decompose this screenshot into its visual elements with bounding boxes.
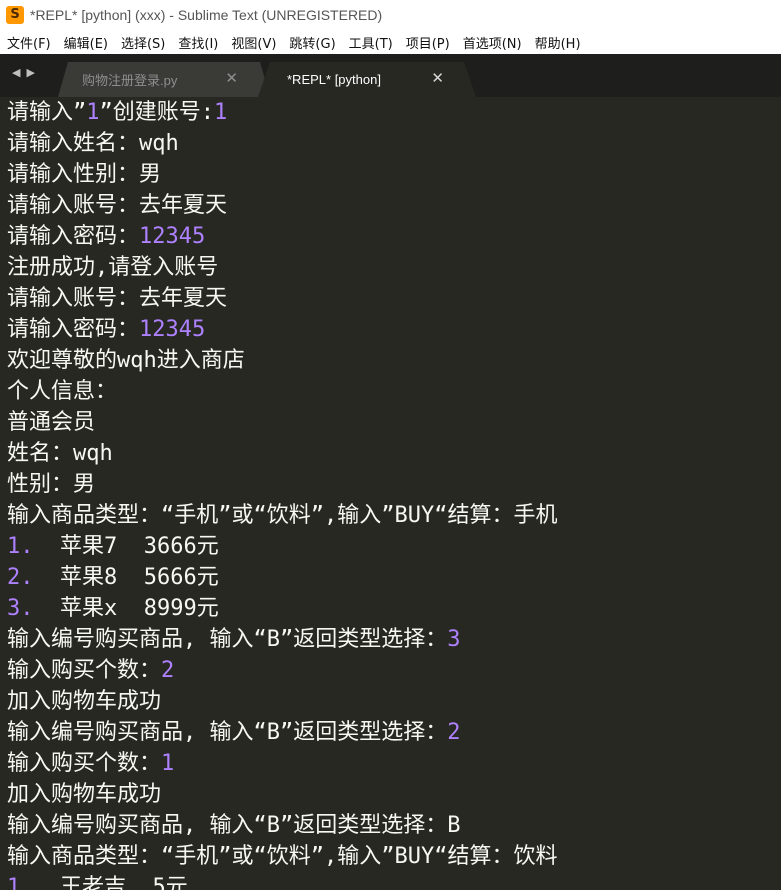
console-text: 输入编号购买商品, 输入“B”返回类型选择：B	[7, 813, 461, 838]
console-line: 请输入”1”创建账号:1	[7, 97, 781, 128]
repl-console[interactable]: 请输入”1”创建账号:1 请输入姓名：wqh 请输入性别：男 请输入账号：去年夏天 请输…	[0, 97, 781, 890]
console-line: 个人信息：	[7, 376, 781, 407]
console-text: 请输入账号：去年夏天	[7, 193, 228, 218]
console-number: 2	[447, 720, 461, 745]
console-text: 加入购物车成功	[7, 782, 162, 807]
console-number: 1.	[7, 534, 34, 559]
console-line: 普通会员	[7, 407, 781, 438]
console-number: 12345	[139, 224, 206, 249]
tab-prev-icon[interactable]: ◀	[12, 66, 20, 79]
console-line: 请输入性别：男	[7, 159, 781, 190]
close-icon[interactable]: ✕	[431, 71, 444, 86]
console-line: 输入编号购买商品, 输入“B”返回类型选择：B	[7, 810, 781, 841]
console-number: 1	[86, 100, 100, 125]
console-line: 3. 苹果x 8999元	[7, 593, 781, 624]
console-number: 1	[161, 751, 175, 776]
menu-preferences[interactable]: 首选项(N)	[456, 33, 528, 52]
console-text: 输入编号购买商品, 输入“B”返回类型选择：	[7, 720, 448, 745]
menu-find[interactable]: 查找(I)	[171, 33, 224, 52]
tab-label: *REPL* [python]	[287, 72, 381, 87]
console-line: 1. 王老吉 5元	[7, 872, 781, 890]
window-title: *REPL* [python] (xxx) - Sublime Text (UN…	[30, 7, 383, 23]
console-number: 2	[161, 658, 175, 683]
console-text: 输入商品类型：“手机”或“饮料”,输入”BUY“结算：饮料	[7, 844, 558, 869]
console-number: 1	[214, 100, 228, 125]
tab-shopping-py[interactable]: 购物注册登录.py ✕	[58, 62, 270, 97]
console-line: 请输入账号：去年夏天	[7, 190, 781, 221]
menu-help[interactable]: 帮助(H)	[528, 33, 587, 52]
console-line: 请输入账号：去年夏天	[7, 283, 781, 314]
console-line: 1. 苹果7 3666元	[7, 531, 781, 562]
console-text: 请输入密码：	[7, 224, 140, 249]
console-line: 性别：男	[7, 469, 781, 500]
tab-label: 购物注册登录.py	[82, 73, 178, 88]
console-text: 请输入”	[7, 100, 87, 125]
console-number: 3	[447, 627, 461, 652]
console-line: 2. 苹果8 5666元	[7, 562, 781, 593]
console-text: 欢迎尊敬的wqh进入商店	[7, 348, 245, 373]
console-text: 注册成功,请登入账号	[7, 255, 219, 280]
console-text: 输入编号购买商品, 输入“B”返回类型选择：	[7, 627, 448, 652]
console-line: 加入购物车成功	[7, 686, 781, 717]
sublime-text-icon: S	[6, 6, 24, 24]
console-text: 性别：男	[7, 472, 96, 497]
tab-repl-python[interactable]: *REPL* [python] ✕	[258, 62, 476, 97]
console-line: 请输入密码：12345	[7, 314, 781, 345]
tab-bar: ◀ ▶ 购物注册登录.py ✕ *REPL* [python] ✕	[0, 54, 781, 97]
console-line: 输入编号购买商品, 输入“B”返回类型选择：3	[7, 624, 781, 655]
console-text: 输入购买个数：	[7, 751, 162, 776]
console-line: 输入商品类型：“手机”或“饮料”,输入”BUY“结算：饮料	[7, 841, 781, 872]
console-line: 姓名：wqh	[7, 438, 781, 469]
console-line: 请输入姓名：wqh	[7, 128, 781, 159]
menu-goto[interactable]: 跳转(G)	[282, 33, 341, 52]
console-text: 输入商品类型：“手机”或“饮料”,输入”BUY“结算：手机	[7, 503, 558, 528]
console-line: 注册成功,请登入账号	[7, 252, 781, 283]
menu-file[interactable]: 文件(F)	[0, 33, 57, 52]
console-text: 加入购物车成功	[7, 689, 162, 714]
console-number: 3.	[7, 596, 34, 621]
console-text: 苹果8 5666元	[33, 565, 219, 590]
console-text: 王老吉 5元	[33, 875, 188, 890]
console-line: 加入购物车成功	[7, 779, 781, 810]
console-text: 苹果x 8999元	[33, 596, 219, 621]
console-text: 输入购买个数：	[7, 658, 162, 683]
console-line: 输入编号购买商品, 输入“B”返回类型选择：2	[7, 717, 781, 748]
console-text: 普通会员	[7, 410, 96, 435]
console-text: 请输入性别：男	[7, 162, 162, 187]
menu-view[interactable]: 视图(V)	[224, 33, 282, 52]
sublime-window: S *REPL* [python] (xxx) - Sublime Text (…	[0, 0, 781, 890]
console-text: 请输入账号：去年夏天	[7, 286, 228, 311]
menu-tools[interactable]: 工具(T)	[342, 33, 399, 52]
console-text: ”创建账号:	[99, 100, 215, 125]
console-line: 欢迎尊敬的wqh进入商店	[7, 345, 781, 376]
console-text: 苹果7 3666元	[33, 534, 219, 559]
console-text: 请输入姓名：wqh	[7, 131, 179, 156]
menu-project[interactable]: 项目(P)	[399, 33, 456, 52]
console-number: 2.	[7, 565, 34, 590]
console-text: 个人信息：	[7, 379, 118, 404]
console-number: 1.	[7, 875, 34, 890]
console-number: 12345	[139, 317, 206, 342]
tab-navigation: ◀ ▶	[12, 66, 35, 79]
console-line: 输入购买个数：2	[7, 655, 781, 686]
console-text: 姓名：wqh	[7, 441, 113, 466]
menu-edit[interactable]: 编辑(E)	[57, 33, 114, 52]
console-line: 输入购买个数：1	[7, 748, 781, 779]
menu-bar: 文件(F) 编辑(E) 选择(S) 查找(I) 视图(V) 跳转(G) 工具(T…	[0, 30, 781, 54]
console-line: 请输入密码：12345	[7, 221, 781, 252]
menu-selection[interactable]: 选择(S)	[114, 33, 171, 52]
tab-next-icon[interactable]: ▶	[26, 66, 34, 79]
console-text: 请输入密码：	[7, 317, 140, 342]
title-bar: S *REPL* [python] (xxx) - Sublime Text (…	[0, 0, 781, 30]
console-line: 输入商品类型：“手机”或“饮料”,输入”BUY“结算：手机	[7, 500, 781, 531]
close-icon[interactable]: ✕	[225, 71, 238, 86]
